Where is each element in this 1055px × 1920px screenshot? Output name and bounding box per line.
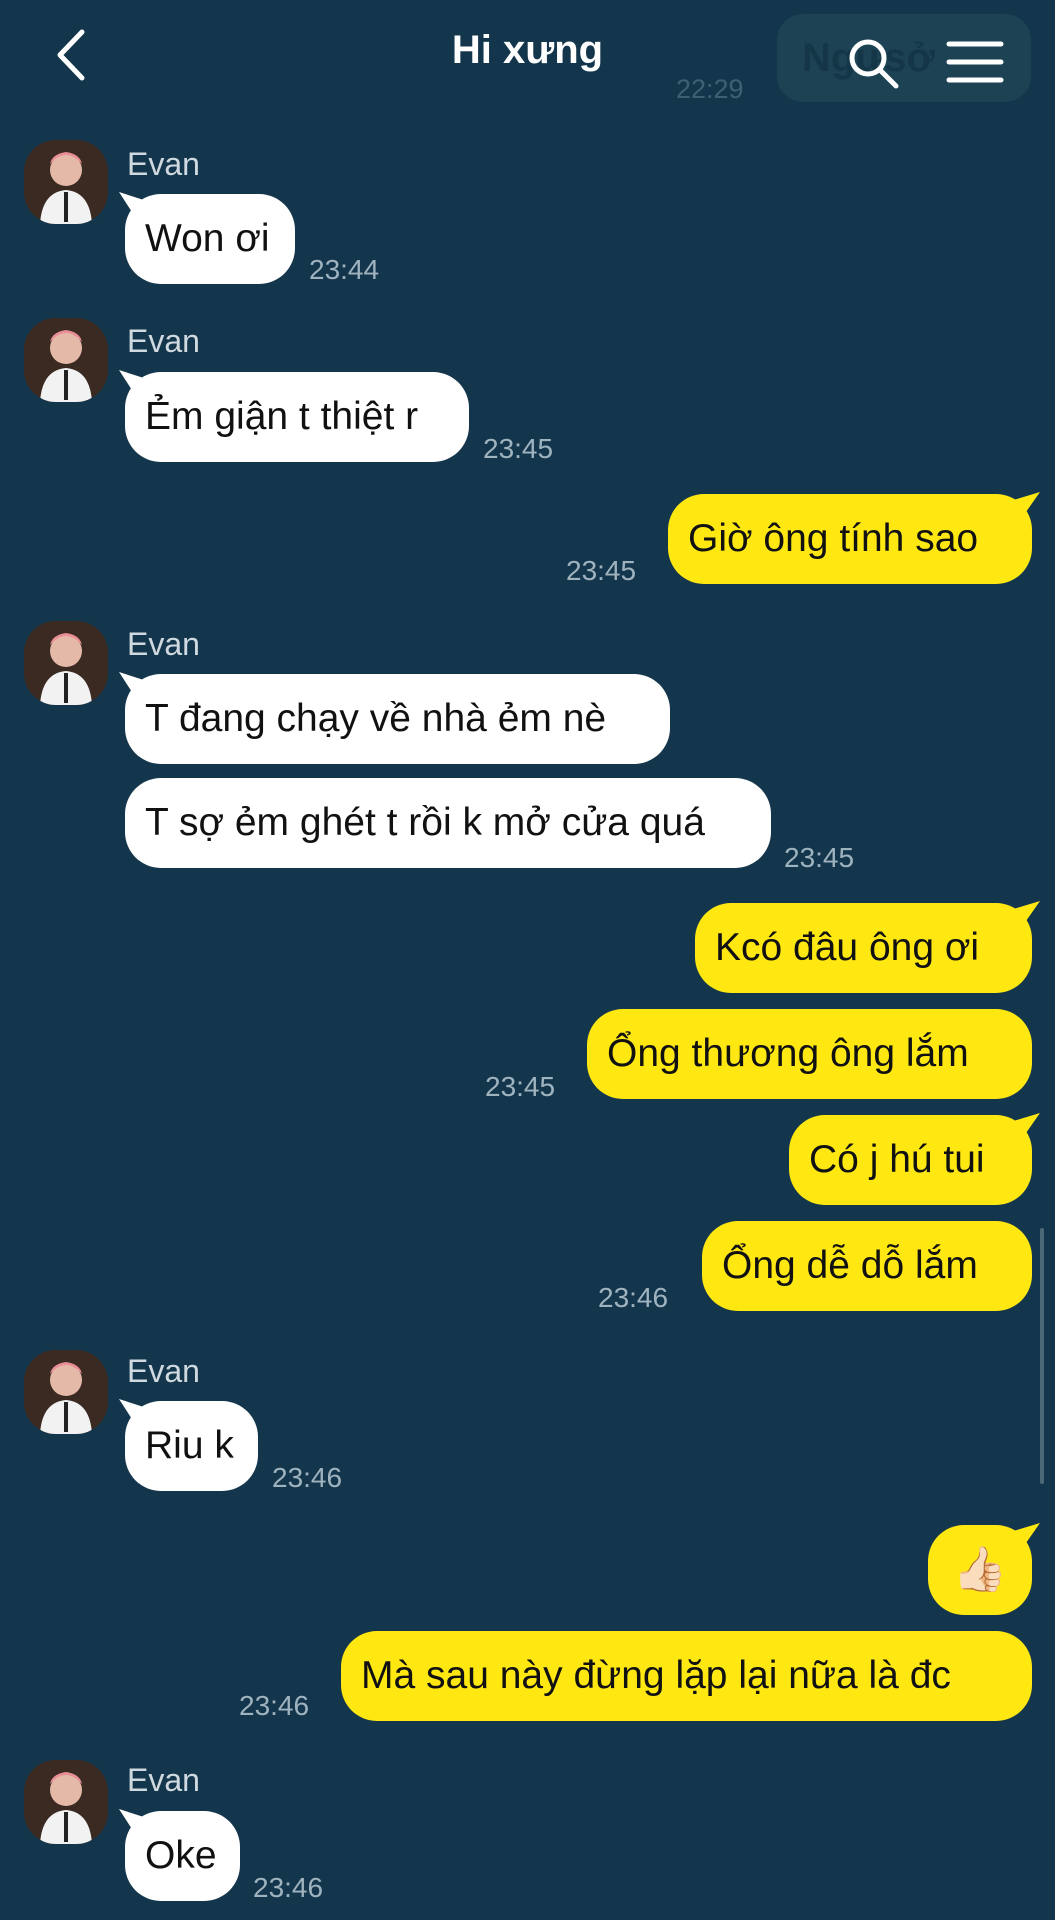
avatar-photo	[24, 1760, 108, 1844]
hamburger-menu-icon	[946, 41, 1004, 83]
message-time: 23:46	[239, 1690, 310, 1721]
scrolled-message-time: 22:29	[676, 74, 744, 104]
avatar[interactable]	[24, 621, 108, 705]
avatar[interactable]	[24, 1760, 108, 1844]
message-time: 23:46	[253, 1872, 324, 1903]
incoming-message-bubble[interactable]: Oke	[125, 1811, 240, 1901]
avatar-photo	[24, 621, 108, 705]
sender-name: Evan	[127, 1762, 200, 1798]
sender-name: Evan	[127, 146, 200, 182]
avatar[interactable]	[24, 140, 108, 224]
message-time: 23:44	[309, 254, 380, 285]
incoming-message-bubble[interactable]: Won ơi	[125, 194, 295, 284]
outgoing-message-bubble[interactable]: 👍🏻	[928, 1525, 1032, 1615]
outgoing-message-bubble[interactable]: Ổng dễ dỗ lắm	[702, 1221, 1032, 1311]
scroll-indicator[interactable]	[1040, 1228, 1044, 1484]
chat-header: Ngưsở 22:29 Hi xưng	[0, 0, 1055, 110]
incoming-message-bubble[interactable]: Riu k	[125, 1401, 258, 1491]
sender-name: Evan	[127, 1353, 200, 1389]
sender-name: Evan	[127, 626, 200, 662]
message-time: 23:46	[598, 1282, 669, 1313]
avatar-photo	[24, 1350, 108, 1434]
message-time: 23:45	[566, 555, 637, 586]
message-time: 23:45	[483, 433, 554, 464]
avatar-photo	[24, 140, 108, 224]
outgoing-message-bubble[interactable]: Ổng thương ông lắm	[587, 1009, 1032, 1099]
sender-name: Evan	[127, 323, 200, 359]
menu-button[interactable]	[946, 38, 1004, 86]
message-time: 23:45	[485, 1071, 556, 1102]
incoming-message-bubble[interactable]: T đang chạy về nhà ẻm nè	[125, 674, 670, 764]
message-time: 23:46	[272, 1462, 343, 1493]
outgoing-message-bubble[interactable]: Có j hú tui	[789, 1115, 1032, 1205]
search-icon	[849, 39, 899, 89]
incoming-message-bubble[interactable]: Ẻm giận t thiệt r	[125, 372, 469, 462]
message-time: 23:45	[784, 842, 855, 873]
avatar[interactable]	[24, 318, 108, 402]
search-button[interactable]	[846, 36, 902, 92]
avatar-photo	[24, 318, 108, 402]
outgoing-message-bubble[interactable]: Kcó đâu ông ơi	[695, 903, 1032, 993]
outgoing-message-bubble[interactable]: Mà sau này đừng lặp lại nữa là đc	[341, 1631, 1032, 1721]
avatar[interactable]	[24, 1350, 108, 1434]
incoming-message-bubble[interactable]: T sợ ẻm ghét t rồi k mở cửa quá	[125, 778, 771, 868]
outgoing-message-bubble[interactable]: Giờ ông tính sao	[668, 494, 1032, 584]
